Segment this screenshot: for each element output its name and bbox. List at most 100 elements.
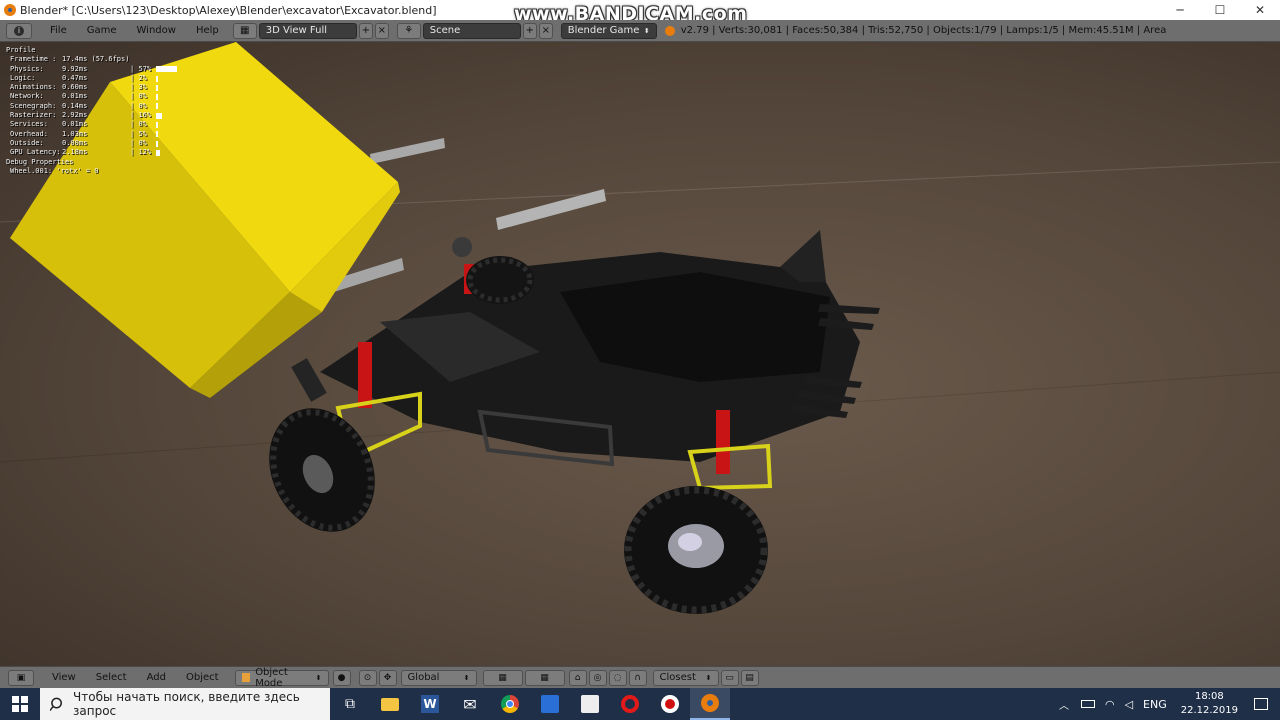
calendar-taskbar-button[interactable] xyxy=(570,688,610,720)
profile-separator: | xyxy=(130,64,139,73)
pivot-button[interactable]: ⊙ xyxy=(358,669,377,686)
profile-label: Physics: xyxy=(10,64,44,73)
manipulator-button[interactable]: ✥ xyxy=(378,669,397,686)
profile-separator: | xyxy=(130,83,139,92)
menu-window[interactable]: Window xyxy=(127,25,186,36)
profile-separator: | xyxy=(130,120,139,129)
proportional-edit-button[interactable]: ◌ xyxy=(608,669,627,686)
blender-version-icon xyxy=(664,25,675,36)
profile-percent: 12% xyxy=(138,148,152,157)
profile-value: 17.4ms (57.6fps) xyxy=(62,55,130,64)
notifications-icon[interactable] xyxy=(1254,698,1268,710)
profile-row: Overhead: 1.03ms | 5% xyxy=(6,130,177,139)
menu-view[interactable]: View xyxy=(42,672,86,683)
word-taskbar-button[interactable]: W xyxy=(410,688,450,720)
info-icon: i xyxy=(14,25,24,36)
menu-object[interactable]: Object xyxy=(176,672,229,683)
mode-select[interactable]: Object Mode ⬍ xyxy=(234,667,329,689)
render-preview-button[interactable]: ◎ xyxy=(588,669,607,686)
profile-value: 2.92ms xyxy=(62,111,88,120)
editor-type-button[interactable]: ▣ xyxy=(8,669,34,686)
camera-icon: ▭ xyxy=(725,672,734,683)
orientation-select[interactable]: Global ⬍ xyxy=(400,669,477,686)
app-taskbar-button[interactable] xyxy=(530,688,570,720)
editor-type-button[interactable]: i xyxy=(6,22,32,39)
chrome-taskbar-button[interactable] xyxy=(490,688,530,720)
debug-property: Wheel.001: 'rotx' = 0 xyxy=(10,166,99,175)
profile-bar xyxy=(156,140,159,147)
proportional-icon: ◌ xyxy=(613,672,622,683)
task-view-button[interactable]: ⧉ xyxy=(330,688,370,720)
profile-percent: 57% xyxy=(138,64,152,73)
opengl-render-button[interactable]: ▭ xyxy=(720,669,739,686)
profile-separator: | xyxy=(130,138,139,147)
scene-icon[interactable]: ⚘ xyxy=(396,22,421,39)
taskbar-search[interactable]: Чтобы начать поиск, введите здесь запрос xyxy=(40,688,330,720)
profile-bar xyxy=(156,103,159,110)
screen-layout-icon[interactable]: ▦ xyxy=(232,22,257,39)
profile-value: 0.01ms xyxy=(62,120,88,129)
menu-select[interactable]: Select xyxy=(86,672,137,683)
snap-target-select[interactable]: Closest ⬍ xyxy=(652,669,719,686)
profile-value: 1.03ms xyxy=(62,129,88,138)
view3d-menu: View Select Add Object xyxy=(42,672,229,683)
profile-row: Logic: 0.47ms | 2% xyxy=(6,74,177,83)
screen-layout-field[interactable]: 3D View Full xyxy=(258,22,357,39)
profile-bar xyxy=(156,131,159,138)
profile-bar xyxy=(156,94,159,101)
shading-icon: ● xyxy=(337,672,346,683)
menu-help[interactable]: Help xyxy=(186,25,229,36)
profile-percent: 0% xyxy=(138,101,147,110)
bandicam-taskbar-button[interactable] xyxy=(650,688,690,720)
layers-grid-a[interactable]: ▦ xyxy=(482,669,523,686)
opera-icon xyxy=(621,695,639,713)
profile-percent: 16% xyxy=(138,111,152,120)
volume-icon[interactable]: ◁ xyxy=(1125,698,1133,711)
add-scene-button[interactable]: + xyxy=(522,22,537,39)
lock-layers-button[interactable]: ⌂ xyxy=(568,669,587,686)
render-engine-select[interactable]: Blender Game ⬍ xyxy=(560,22,657,39)
scene-field[interactable]: Scene xyxy=(422,22,521,39)
layers-grid-b[interactable]: ▦ xyxy=(524,669,565,686)
wifi-icon[interactable]: ◠ xyxy=(1105,698,1115,711)
opengl-anim-button[interactable]: ▤ xyxy=(740,669,759,686)
layers-icon: ▦ xyxy=(540,672,549,683)
menu-file[interactable]: File xyxy=(40,25,77,36)
remove-scene-button[interactable]: × xyxy=(538,22,553,39)
3d-viewport[interactable]: Profile Frametime : 17.4ms (57.6fps) Phys… xyxy=(0,42,1280,666)
add-screen-button[interactable]: + xyxy=(358,22,373,39)
keyboard-language[interactable]: ENG xyxy=(1143,698,1167,711)
start-button[interactable] xyxy=(0,688,40,720)
opera-taskbar-button[interactable] xyxy=(610,688,650,720)
pivot-icon: ⊙ xyxy=(363,672,372,683)
profile-label: Rasterizer: xyxy=(10,111,57,120)
orientation-value: Global xyxy=(407,672,440,683)
clock[interactable]: 18:08 22.12.2019 xyxy=(1181,690,1238,718)
lock-icon: ⌂ xyxy=(574,672,581,683)
folder-icon xyxy=(381,697,399,711)
menu-game[interactable]: Game xyxy=(77,25,127,36)
mail-icon: ✉ xyxy=(463,694,477,714)
info-menu: File Game Window Help xyxy=(40,25,229,36)
chevron-up-icon[interactable]: ︿ xyxy=(1059,697,1069,712)
explorer-taskbar-button[interactable] xyxy=(370,688,410,720)
battery-icon[interactable] xyxy=(1080,700,1095,708)
search-placeholder: Чтобы начать поиск, введите здесь запрос xyxy=(73,690,300,718)
minimize-button[interactable]: ─ xyxy=(1160,0,1200,20)
remove-screen-button[interactable]: × xyxy=(374,22,389,39)
shading-button[interactable]: ● xyxy=(332,669,351,686)
profile-row: Scenegraph: 0.14ms | 0% xyxy=(6,102,177,111)
debug-heading: Debug Properties xyxy=(6,157,74,166)
scene-stats: v2.79 | Verts:30,081 | Faces:50,384 | Tr… xyxy=(680,25,1167,36)
snap-toggle-button[interactable]: ∩ xyxy=(628,669,647,686)
profile-bar xyxy=(156,75,159,82)
profile-separator: | xyxy=(130,148,139,157)
clock-date: 22.12.2019 xyxy=(1180,705,1238,716)
blender-taskbar-button[interactable] xyxy=(690,688,730,720)
windows-logo-icon xyxy=(12,696,28,712)
profile-value: 0.60ms xyxy=(62,83,88,92)
close-button[interactable]: ✕ xyxy=(1240,0,1280,20)
maximize-button[interactable]: ☐ xyxy=(1200,0,1240,20)
mail-taskbar-button[interactable]: ✉ xyxy=(450,688,490,720)
menu-add[interactable]: Add xyxy=(137,672,176,683)
